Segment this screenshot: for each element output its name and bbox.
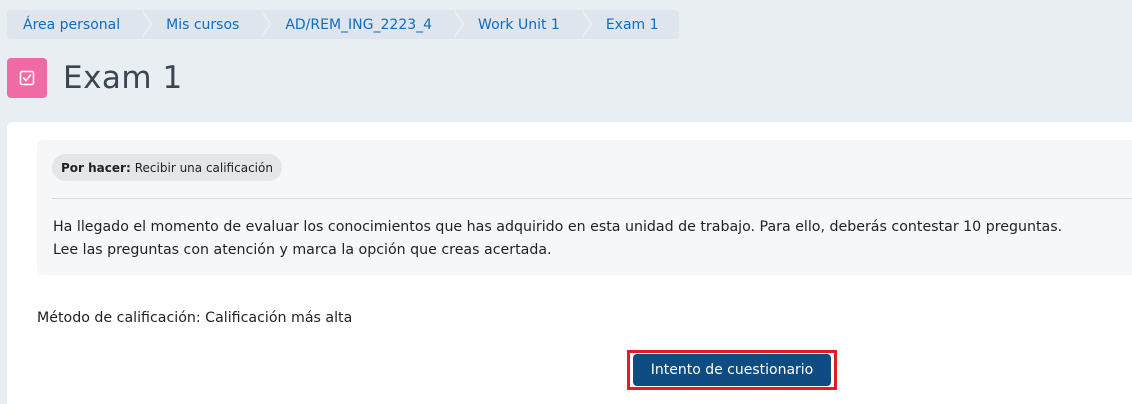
quiz-checkbox-icon <box>7 58 47 98</box>
todo-badge: Por hacer: Recibir una calificación <box>52 154 282 181</box>
todo-text: Recibir una calificación <box>134 160 273 175</box>
breadcrumb-label: Work Unit 1 <box>478 16 560 33</box>
breadcrumb-label: Exam 1 <box>605 16 659 33</box>
breadcrumb: Área personal Mis cursos AD/REM_ING_2223… <box>7 10 679 39</box>
activity-info-box: Por hacer: Recibir una calificación Ha l… <box>37 140 1132 275</box>
breadcrumb-label: AD/REM_ING_2223_4 <box>285 16 433 33</box>
quiz-page: Área personal Mis cursos AD/REM_ING_2223… <box>0 0 1132 404</box>
breadcrumb-label: Mis cursos <box>166 16 240 33</box>
attempt-button-highlight: Intento de cuestionario <box>627 350 837 390</box>
todo-label: Por hacer: <box>61 160 131 175</box>
breadcrumb-separator-fill <box>452 10 463 38</box>
grading-method: Método de calificación: Calificación más… <box>37 310 353 326</box>
page-title: Exam 1 <box>63 60 183 96</box>
attempt-quiz-button[interactable]: Intento de cuestionario <box>633 354 831 386</box>
breadcrumb-item-work-unit[interactable]: Work Unit 1 <box>452 10 593 39</box>
breadcrumb-item-course[interactable]: AD/REM_ING_2223_4 <box>259 10 466 39</box>
breadcrumb-item-area-personal[interactable]: Área personal <box>7 10 154 39</box>
breadcrumb-separator-fill <box>140 10 151 38</box>
breadcrumb-separator-fill <box>259 10 270 38</box>
page-header: Exam 1 <box>7 58 183 98</box>
description-line: Lee las preguntas con atención y marca l… <box>53 242 552 258</box>
breadcrumb-separator-fill <box>579 10 590 38</box>
description-line: Ha llegado el momento de evaluar los con… <box>53 219 1063 235</box>
breadcrumb-label: Área personal <box>23 16 121 33</box>
breadcrumb-item-exam[interactable]: Exam 1 <box>580 10 679 39</box>
activity-card: Por hacer: Recibir una calificación Ha l… <box>7 122 1132 404</box>
info-divider <box>52 198 1132 199</box>
breadcrumb-item-mis-cursos[interactable]: Mis cursos <box>140 10 273 39</box>
activity-description: Ha llegado el momento de evaluar los con… <box>53 216 1132 262</box>
